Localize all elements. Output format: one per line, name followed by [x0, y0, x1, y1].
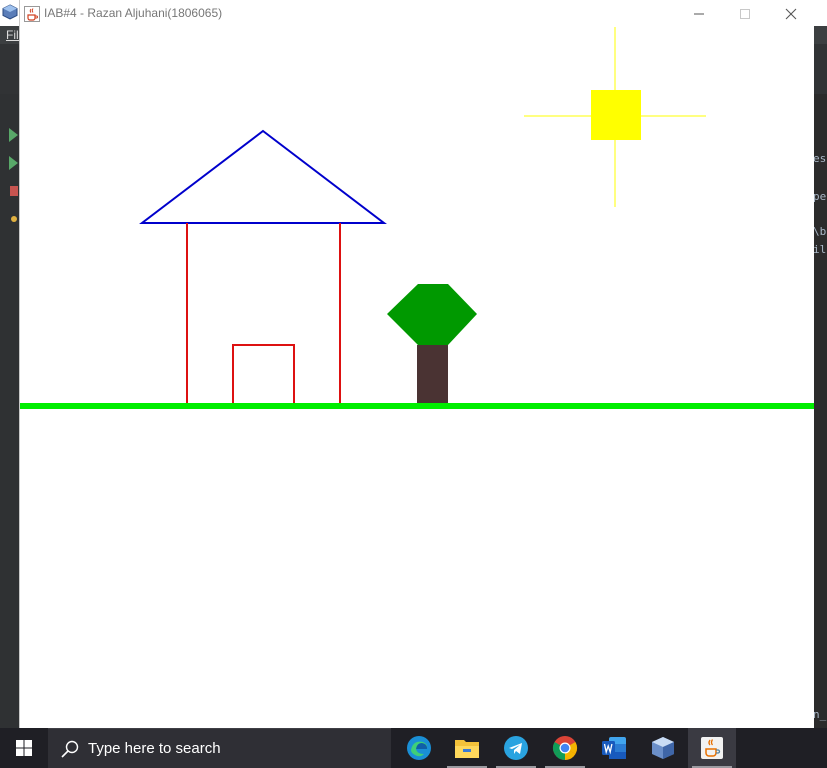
file-explorer-icon [455, 740, 479, 758]
edge-icon [407, 736, 431, 760]
taskbar-app-word[interactable] [590, 728, 638, 768]
taskbar: Type here to search [0, 728, 827, 768]
close-button[interactable] [768, 0, 814, 27]
code-line: il [813, 243, 827, 256]
virtualbox-icon [652, 737, 674, 759]
ide-code-editor-edge: es pe \b il n_ [813, 94, 827, 728]
java-icon [701, 737, 723, 759]
taskbar-search-box[interactable]: Type here to search [48, 728, 391, 768]
minimize-icon [694, 13, 704, 14]
ground-line [20, 403, 814, 409]
word-icon [602, 737, 626, 759]
settings-icon[interactable] [9, 212, 18, 226]
taskbar-app-chrome[interactable] [541, 728, 589, 768]
drawing-canvas [20, 27, 814, 728]
window-title: IAB#4 - Razan Aljuhani(1806065) [44, 6, 223, 20]
code-line: \b [813, 225, 827, 238]
ide-left-bar [0, 94, 19, 728]
stop-icon[interactable] [9, 184, 18, 198]
windows-logo-icon [16, 740, 32, 756]
app-window: IAB#4 - Razan Aljuhani(1806065) [19, 0, 814, 728]
ide-app-icon [2, 4, 18, 20]
taskbar-app-edge[interactable] [395, 728, 443, 768]
sun [524, 27, 706, 207]
taskbar-app-file-explorer[interactable] [443, 728, 491, 768]
close-icon [785, 8, 797, 19]
maximize-button[interactable] [722, 0, 768, 27]
taskbar-app-telegram[interactable] [492, 728, 540, 768]
house-door [232, 344, 295, 405]
code-line: pe [813, 190, 827, 203]
java-cup-icon [24, 6, 40, 22]
search-icon [61, 740, 79, 758]
taskbar-app-java[interactable] [688, 728, 736, 768]
tree-trunk [417, 345, 448, 406]
telegram-icon [504, 736, 528, 760]
minimize-button[interactable] [676, 0, 722, 27]
chrome-icon [552, 736, 578, 760]
code-line: n_ [813, 708, 827, 721]
sun-body [591, 90, 641, 140]
start-button[interactable] [0, 728, 48, 768]
search-placeholder: Type here to search [88, 740, 221, 757]
taskbar-app-virtualbox[interactable] [639, 728, 687, 768]
debug-run-icon[interactable] [9, 156, 18, 170]
tree [387, 284, 477, 406]
app-titlebar[interactable]: IAB#4 - Razan Aljuhani(1806065) [20, 0, 814, 27]
maximize-icon [740, 8, 750, 19]
run-icon[interactable] [9, 128, 18, 142]
code-line: es [813, 152, 827, 165]
house [139, 129, 387, 405]
house-roof [139, 129, 387, 224]
tree-leaves [387, 284, 477, 345]
